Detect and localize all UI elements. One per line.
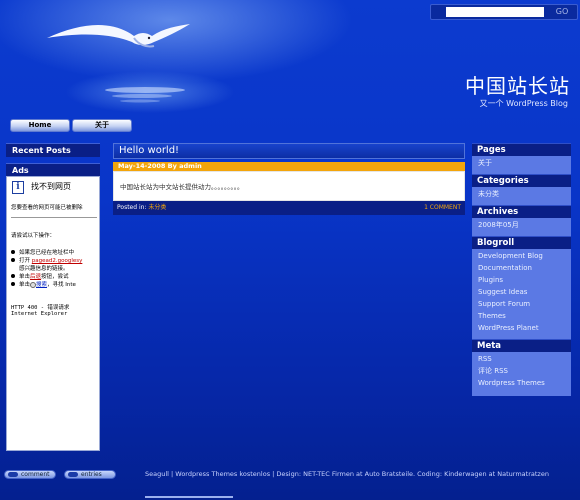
seagull-image — [47, 24, 190, 48]
blogroll-link[interactable]: Themes — [478, 310, 571, 322]
ads-panel: i 找不到网页 您要查看的网页可能已被删除 请尝试以下操作： 如果您已经在地址栏… — [6, 176, 100, 451]
gull-reflection-image — [105, 87, 185, 103]
nav-about-tab[interactable]: 关于 — [72, 119, 132, 132]
rss-icon — [8, 472, 18, 477]
posted-in-label: Posted in: — [117, 204, 147, 211]
post-category-link[interactable]: 未分类 — [148, 204, 166, 211]
post-comments-link[interactable]: 1 COMMENT — [424, 201, 461, 215]
ads-bullet-2: 打开 pagead2.googlesy — [19, 258, 83, 264]
site-tagline: 又一个 WordPress Blog — [479, 99, 568, 108]
meta-link[interactable]: Wordpress Themes — [478, 377, 571, 389]
recent-posts-heading: Recent Posts — [6, 143, 100, 157]
ads-try-heading: 请尝试以下操作： — [11, 233, 56, 239]
ads-bullet-3: 单击后退按钮，尝试 — [19, 274, 69, 280]
ads-browser: Internet Explorer — [11, 311, 68, 317]
ads-heading: Ads — [6, 163, 100, 177]
footer-credits: Seagull | Wordpress Themes kostenlos | D… — [145, 470, 549, 478]
footer-scrollbar[interactable] — [145, 496, 233, 498]
info-icon: i — [12, 181, 24, 194]
ads-error-title: 找不到网页 — [31, 182, 71, 191]
nav-home-tab[interactable]: Home — [10, 119, 70, 132]
meta-heading: Meta — [472, 339, 571, 352]
comment-feed-button[interactable]: comment — [4, 470, 56, 479]
rss-icon — [68, 472, 78, 477]
blogroll-link[interactable]: Suggest Ideas — [478, 286, 571, 298]
blogroll-list: Development Blog Documentation Plugins S… — [472, 249, 571, 335]
search-box: GO — [430, 4, 578, 20]
bullet-icon — [11, 274, 15, 278]
bullet-icon — [11, 282, 15, 286]
post-footer: Posted in: 未分类 1 COMMENT — [113, 201, 465, 215]
post-title[interactable]: Hello world! — [113, 143, 465, 159]
page-link-about[interactable]: 关于 — [478, 157, 571, 169]
ads-error-code: HTTP 400 - 错误请求 — [11, 305, 70, 311]
post-meta: May-14-2008 By admin — [113, 162, 465, 171]
left-sidebar: Recent Posts Ads — [6, 143, 100, 177]
ads-bullet-4: 单击 搜索，寻找 Inte — [19, 281, 76, 288]
ads-intro: 您要查看的网页可能已被删除 — [11, 205, 83, 211]
ads-divider — [11, 217, 97, 218]
search-input[interactable] — [446, 7, 544, 17]
blogroll-link[interactable]: Plugins — [478, 274, 571, 286]
blogroll-link[interactable]: Development Blog — [478, 250, 571, 262]
blogroll-link[interactable]: Documentation — [478, 262, 571, 274]
main-content: Hello world! May-14-2008 By admin 中国站长站为… — [113, 143, 465, 215]
ads-bullet-1: 如果您已经在地址栏中 — [19, 250, 75, 256]
blogroll-heading: Blogroll — [472, 236, 571, 249]
categories-list: 未分类 — [472, 187, 571, 201]
archives-list: 2008年05月 — [472, 218, 571, 232]
pages-heading: Pages — [472, 143, 571, 156]
post-body: 中国站长站为中文站长提供动力。。。。。。。。。 — [113, 171, 465, 201]
bullet-icon — [11, 258, 15, 262]
meta-list: RSS 评论 RSS Wordpress Themes — [472, 352, 571, 390]
meta-link[interactable]: RSS — [478, 353, 571, 365]
archives-heading: Archives — [472, 205, 571, 218]
site-title[interactable]: 中国站长站 — [465, 70, 570, 99]
ads-bullet-2-tail: 感兴趣信息的链接。 — [19, 266, 69, 272]
search-go-button[interactable]: GO — [547, 6, 577, 18]
ads-link-search[interactable]: 搜索 — [36, 282, 47, 288]
blogroll-link[interactable]: WordPress Planet — [478, 322, 571, 334]
categories-heading: Categories — [472, 174, 571, 187]
meta-link[interactable]: 评论 RSS — [478, 365, 571, 377]
archive-link[interactable]: 2008年05月 — [478, 219, 571, 231]
blogroll-link[interactable]: Support Forum — [478, 298, 571, 310]
category-link[interactable]: 未分类 — [478, 188, 571, 200]
entries-feed-button[interactable]: entries — [64, 470, 116, 479]
right-sidebar: Pages 关于 Categories 未分类 Archives 2008年05… — [472, 143, 571, 396]
bullet-icon — [11, 250, 15, 254]
pages-list: 关于 — [472, 156, 571, 170]
